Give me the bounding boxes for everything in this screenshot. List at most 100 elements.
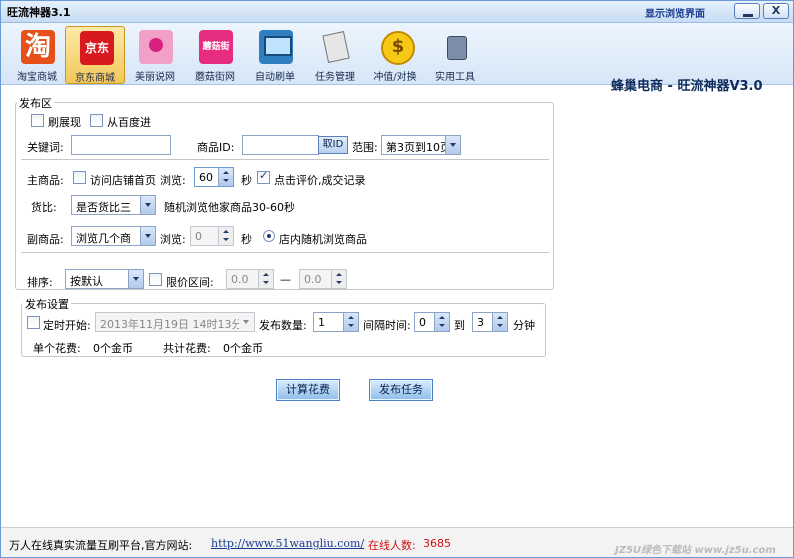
jd-icon: 京东 (80, 31, 114, 65)
to-label: 到 (454, 319, 465, 332)
compare-value: 是否货比三 (76, 201, 131, 214)
sub-product-select[interactable]: 浏览几个商 (71, 226, 156, 246)
ribbon-item-tools[interactable]: 实用工具 (425, 26, 485, 84)
price-range-checkbox[interactable] (149, 273, 162, 286)
ribbon-label: 自动刷单 (255, 72, 295, 83)
random-browse-label: 店内随机浏览商品 (279, 233, 367, 246)
price-range-label: 限价区间: (166, 276, 214, 289)
toolbar-ribbon: 淘 淘宝商城 京东 京东商城 美丽说网 蘑菇街 蘑菇街网 自动刷单 任务管理 冲… (1, 23, 793, 94)
sub-browse-label: 浏览: (160, 233, 186, 246)
window-title: 旺流神器3.1 (7, 6, 71, 19)
mogujie-icon: 蘑菇街 (199, 30, 233, 64)
interval-from-value: 0 (419, 316, 426, 329)
range-value: 第3页到10页 (386, 141, 451, 154)
product-id-label: 商品ID: (197, 141, 235, 154)
keyword-label: 关键词: (27, 141, 64, 154)
click-review-checkbox[interactable] (257, 169, 270, 184)
fetch-id-button[interactable]: 取ID (318, 136, 348, 154)
sub-browse-stepper[interactable]: 0 (190, 226, 234, 246)
ribbon-label: 淘宝商城 (17, 72, 57, 83)
main-product-label: 主商品: (27, 174, 64, 187)
browse-seconds-stepper[interactable]: 60 (194, 167, 234, 187)
spinner-icon[interactable] (492, 313, 507, 331)
price-min-stepper[interactable]: 0.0 (226, 269, 274, 289)
chevron-down-icon (128, 270, 143, 288)
computer-icon (259, 30, 293, 64)
compare-select[interactable]: 是否货比三 (71, 195, 156, 215)
range-label: 范围: (352, 141, 378, 154)
ribbon-label: 京东商城 (75, 73, 115, 84)
spinner-icon[interactable] (258, 270, 273, 288)
timer-label: 定时开始: (43, 319, 91, 332)
interval-label: 间隔时间: (363, 319, 411, 332)
timer-datetime-picker[interactable]: 2013年11月19日 14时13分 (95, 312, 255, 332)
ribbon-item-auto-order[interactable]: 自动刷单 (245, 26, 305, 84)
close-icon: X (771, 4, 781, 17)
total-cost-label: 共计花费: (163, 342, 211, 355)
interval-to-stepper[interactable]: 3 (472, 312, 508, 332)
visit-home-checkbox[interactable] (73, 171, 86, 184)
publish-group-title: 发布区 (17, 95, 54, 111)
ribbon-label: 美丽说网 (135, 72, 175, 83)
online-count-value: 3685 (423, 537, 451, 550)
sub-product-value: 浏览几个商 (76, 232, 131, 245)
show-browser-link[interactable]: 显示浏览界面 (645, 5, 705, 20)
meilishuo-icon (139, 30, 173, 64)
tool-icon (439, 30, 473, 64)
brush-impression-label: 刷展现 (48, 116, 81, 129)
divider (21, 159, 549, 160)
from-baidu-checkbox[interactable] (90, 114, 103, 127)
ribbon-item-meilishuo[interactable]: 美丽说网 (125, 26, 185, 84)
price-dash: — (280, 273, 291, 286)
minimize-button[interactable] (734, 3, 760, 19)
spinner-icon[interactable] (331, 270, 346, 288)
range-select[interactable]: 第3页到10页 (381, 135, 461, 155)
watermark: JZ5U绿色下载站 www.jz5u.com (615, 545, 776, 556)
single-cost-label: 单个花费: (33, 342, 81, 355)
random-browse-radio[interactable] (263, 230, 275, 242)
spinner-icon[interactable] (218, 168, 233, 186)
brush-impression-checkbox[interactable] (31, 114, 44, 127)
minute-label: 分钟 (513, 319, 535, 332)
ribbon-item-jd[interactable]: 京东 京东商城 (65, 26, 125, 84)
keyword-input[interactable] (71, 135, 171, 155)
single-cost-value: 0个金币 (93, 342, 133, 355)
ribbon-item-task-manager[interactable]: 任务管理 (305, 26, 365, 84)
ribbon-label: 蘑菇街网 (195, 72, 235, 83)
product-id-input[interactable] (242, 135, 319, 155)
spinner-icon[interactable] (434, 313, 449, 331)
app-window: 旺流神器3.1 显示浏览界面 X 淘 淘宝商城 京东 京东商城 美丽说网 蘑菇街… (0, 0, 794, 558)
price-max-stepper[interactable]: 0.0 (299, 269, 347, 289)
publish-task-button[interactable]: 发布任务 (369, 379, 433, 401)
calculate-cost-button[interactable]: 计算花费 (276, 379, 340, 401)
browse-seconds-value: 60 (199, 171, 213, 184)
ribbon-item-taobao[interactable]: 淘 淘宝商城 (7, 26, 67, 84)
sort-select[interactable]: 按默认 (65, 269, 144, 289)
status-slogan: 万人在线真实流量互刷平台,官方网站: (9, 539, 193, 552)
sub-seconds-label: 秒 (241, 233, 252, 246)
publish-count-stepper[interactable]: 1 (313, 312, 359, 332)
sub-browse-value: 0 (195, 230, 202, 243)
divider (21, 252, 549, 253)
ribbon-item-mogujie[interactable]: 蘑菇街 蘑菇街网 (185, 26, 245, 84)
spinner-icon[interactable] (343, 313, 358, 331)
compare-label: 货比: (31, 201, 57, 214)
timer-value: 2013年11月19日 14时13分 (100, 318, 243, 331)
close-button[interactable]: X (763, 3, 789, 19)
official-site-link[interactable]: http://www.51wangliu.com/ (211, 537, 364, 550)
ribbon-item-recharge[interactable]: 冲值/对换 (365, 26, 425, 84)
chevron-down-icon (239, 313, 254, 331)
click-review-label: 点击评价,成交记录 (274, 174, 366, 187)
timer-checkbox[interactable] (27, 316, 40, 329)
chevron-down-icon (445, 136, 460, 154)
ribbon-label: 实用工具 (435, 72, 475, 83)
seconds-label: 秒 (241, 174, 252, 187)
chevron-down-icon (140, 227, 155, 245)
sort-label: 排序: (27, 276, 53, 289)
spinner-icon[interactable] (218, 227, 233, 245)
chevron-down-icon (140, 196, 155, 214)
browse-label: 浏览: (160, 174, 186, 187)
title-bar: 旺流神器3.1 显示浏览界面 X (1, 1, 793, 23)
interval-from-stepper[interactable]: 0 (414, 312, 450, 332)
taobao-icon: 淘 (21, 30, 55, 64)
